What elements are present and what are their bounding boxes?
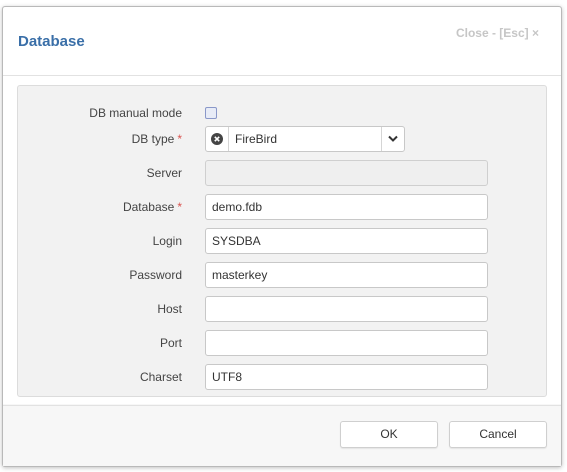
- row-port: Port: [18, 330, 546, 356]
- password-label: Password: [129, 268, 182, 282]
- database-required-mark: *: [177, 200, 182, 214]
- server-label: Server: [146, 166, 182, 180]
- row-password: Password masterkey: [18, 262, 546, 288]
- form-panel: DB manual mode DB type * FireBird Server…: [17, 85, 547, 397]
- database-label: Database *: [123, 194, 182, 220]
- db-type-required-mark: *: [177, 132, 182, 146]
- charset-input[interactable]: UTF8: [205, 364, 488, 390]
- database-input[interactable]: demo.fdb: [205, 194, 488, 220]
- dialog-body: DB manual mode DB type * FireBird Server…: [3, 76, 561, 404]
- row-server: Server: [18, 160, 546, 186]
- login-input[interactable]: SYSDBA: [205, 228, 488, 254]
- cancel-button[interactable]: Cancel: [449, 421, 547, 448]
- host-label: Host: [157, 302, 182, 316]
- row-login: Login SYSDBA: [18, 228, 546, 254]
- database-label-text: Database: [122, 200, 175, 214]
- dialog-header: Database Close - [Esc] ×: [3, 7, 561, 76]
- row-db-type: DB type * FireBird: [18, 126, 546, 152]
- row-host: Host: [18, 296, 546, 322]
- row-database: Database * demo.fdb: [18, 194, 546, 220]
- dialog-footer: OK Cancel: [3, 405, 561, 466]
- password-input[interactable]: masterkey: [205, 262, 488, 288]
- db-type-label: DB type *: [132, 126, 182, 152]
- port-input[interactable]: [205, 330, 488, 356]
- close-button[interactable]: Close - [Esc] ×: [456, 26, 539, 40]
- db-type-label-text: DB type: [131, 132, 175, 146]
- row-db-manual-mode: DB manual mode: [18, 100, 546, 126]
- charset-label: Charset: [139, 370, 182, 384]
- database-dialog: Database Close - [Esc] × DB manual mode …: [2, 6, 562, 467]
- server-input: [205, 160, 488, 186]
- db-type-value: FireBird: [235, 132, 278, 146]
- host-input[interactable]: [205, 296, 488, 322]
- ok-button[interactable]: OK: [340, 421, 438, 448]
- port-label: Port: [159, 336, 182, 350]
- row-charset: Charset UTF8: [18, 364, 546, 390]
- login-label: Login: [152, 234, 182, 248]
- db-manual-mode-checkbox[interactable]: [205, 107, 217, 119]
- db-type-select[interactable]: FireBird: [205, 126, 405, 152]
- chevron-down-icon[interactable]: [381, 127, 404, 151]
- clear-icon[interactable]: [206, 127, 229, 151]
- db-manual-mode-label: DB manual mode: [89, 106, 182, 120]
- dialog-title: Database: [18, 33, 85, 50]
